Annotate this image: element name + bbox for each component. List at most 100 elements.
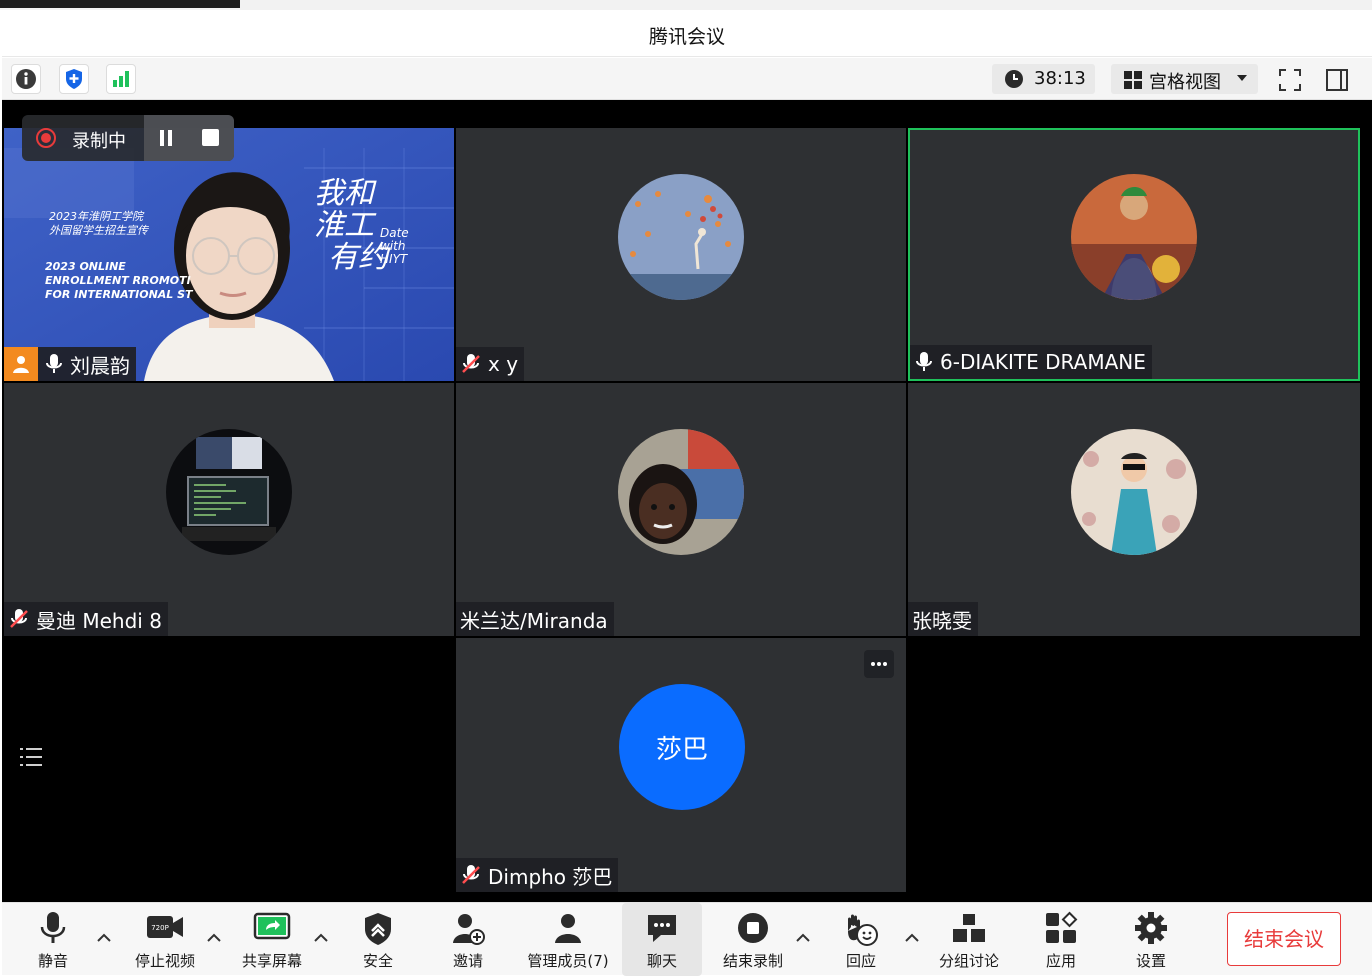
- microphone-muted-icon: [462, 865, 480, 884]
- record-dot-icon: [36, 128, 56, 148]
- participant-avatar: [1071, 174, 1197, 300]
- participant-nametag: 刘晨韵: [4, 347, 136, 381]
- presentation-text-en: 2023 ONLINE ENROLLMENT RROMOTI FOR INTER…: [45, 260, 193, 301]
- share-screen-icon: [253, 912, 291, 940]
- presentation-tagline: Date with HIYT: [380, 226, 409, 266]
- participant-avatar: [618, 429, 744, 555]
- shield-icon: [66, 69, 82, 89]
- reaction-button[interactable]: 回应: [830, 903, 892, 976]
- host-badge: [4, 347, 38, 381]
- video-grid: 2023年淮阴工学院 外国留学生招生宣传 2023 ONLINE ENROLLM…: [2, 100, 1372, 902]
- mute-button[interactable]: 静音: [22, 903, 84, 976]
- microphone-icon: [916, 352, 932, 371]
- info-button[interactable]: [11, 64, 41, 94]
- breakout-groups-icon: [953, 914, 985, 942]
- invite-button[interactable]: 邀请: [437, 903, 499, 976]
- participant-nametag: 张晓雯: [908, 602, 978, 636]
- participant-avatar: [166, 429, 292, 555]
- add-person-icon: [453, 914, 485, 945]
- control-bar: 静音 720P 停止视频 共享屏幕 安全 邀请 管理成员(7) 聊天 结束录制 …: [2, 902, 1372, 976]
- list-icon: [20, 748, 42, 766]
- presentation-text-cn: 2023年淮阴工学院 外国留学生招生宣传: [49, 210, 148, 237]
- video-tile-host[interactable]: 2023年淮阴工学院 外国留学生招生宣传 2023 ONLINE ENROLLM…: [4, 128, 454, 381]
- microphone-icon: [40, 912, 66, 943]
- info-icon: [16, 69, 36, 89]
- view-mode-dropdown[interactable]: 宫格视图: [1111, 64, 1258, 94]
- chat-button[interactable]: 聊天: [622, 903, 702, 976]
- people-icon: [555, 914, 581, 943]
- end-recording-button[interactable]: 结束录制: [717, 903, 789, 976]
- participant-nametag: 6-DIAKITE DRAMANE: [910, 345, 1152, 379]
- participant-list-toggle[interactable]: [16, 742, 46, 772]
- participant-nametag: x y: [456, 347, 525, 381]
- sidebar-toggle-button[interactable]: [1321, 64, 1351, 94]
- grid-view-icon: [1124, 71, 1142, 89]
- view-mode-label: 宫格视图: [1149, 72, 1221, 93]
- participant-nametag: Dimpho 莎巴: [456, 858, 619, 892]
- more-dots-icon: [871, 662, 887, 666]
- microphone-muted-icon: [462, 354, 480, 373]
- participant-name: x y: [488, 352, 519, 376]
- presentation-calligraphy: 我和 淮工 有约: [314, 176, 388, 275]
- video-tile-zhang[interactable]: 张晓雯: [908, 383, 1360, 636]
- avatar-image: [1071, 174, 1197, 300]
- chat-bubble-icon: [648, 915, 676, 942]
- apps-button[interactable]: 应用: [1030, 903, 1092, 976]
- top-strip: [0, 0, 1372, 10]
- avatar-image: [1071, 429, 1197, 555]
- chevron-up-icon[interactable]: [905, 933, 919, 943]
- svg-text:720P: 720P: [151, 924, 169, 932]
- video-tile-active-speaker[interactable]: 6-DIAKITE DRAMANE: [908, 128, 1360, 381]
- network-quality-button[interactable]: [106, 64, 136, 94]
- sidebar-panel-icon: [1326, 69, 1348, 91]
- settings-button[interactable]: 设置: [1120, 903, 1182, 976]
- empty-tile-left: [4, 638, 454, 892]
- stop-square-icon: [202, 129, 219, 146]
- stop-recording-button[interactable]: [194, 123, 226, 153]
- recording-indicator: 录制中: [22, 115, 234, 161]
- pause-recording-button[interactable]: [150, 123, 182, 153]
- meeting-timer[interactable]: 38:13: [992, 64, 1095, 94]
- host-person-icon: [13, 356, 29, 373]
- fullscreen-icon: [1279, 69, 1301, 91]
- recording-label: 录制中: [72, 131, 126, 152]
- participant-name: 曼迪 Mehdi 8: [36, 608, 162, 633]
- shield-icon: [365, 913, 391, 945]
- meeting-toolbar: 38:13 宫格视图: [2, 58, 1372, 100]
- participant-name: 张晓雯: [912, 608, 972, 633]
- chevron-up-icon[interactable]: [97, 933, 111, 943]
- video-tile-miranda[interactable]: 米兰达/Miranda: [456, 383, 906, 636]
- share-screen-button[interactable]: 共享屏幕: [234, 903, 310, 976]
- participant-nametag: 米兰达/Miranda: [456, 602, 614, 636]
- stop-video-button[interactable]: 720P 停止视频: [127, 903, 203, 976]
- video-camera-icon: 720P: [147, 916, 183, 938]
- chevron-up-icon[interactable]: [314, 933, 328, 943]
- video-tile-xy[interactable]: x y: [456, 128, 906, 381]
- pause-icon: [160, 130, 172, 146]
- chevron-up-icon[interactable]: [796, 933, 810, 943]
- security-button[interactable]: 安全: [347, 903, 409, 976]
- participant-nametag: 曼迪 Mehdi 8: [4, 602, 168, 636]
- manage-members-button[interactable]: 管理成员(7): [520, 903, 616, 976]
- participant-name: 6-DIAKITE DRAMANE: [940, 350, 1146, 374]
- breakout-rooms-button[interactable]: 分组讨论: [934, 903, 1004, 976]
- fullscreen-button[interactable]: [1274, 64, 1304, 94]
- gear-icon: [1135, 912, 1167, 944]
- signal-bars-icon: [113, 71, 129, 87]
- reaction-hand-smile-icon: [848, 914, 878, 946]
- participant-name: Dimpho 莎巴: [488, 864, 613, 889]
- tile-more-button[interactable]: [864, 650, 894, 678]
- avatar-image: [618, 174, 744, 300]
- microphone-icon: [46, 354, 62, 373]
- video-tile-mehdi[interactable]: 曼迪 Mehdi 8: [4, 383, 454, 636]
- participant-avatar: [1071, 429, 1197, 555]
- title-bar: 腾讯会议: [2, 10, 1372, 57]
- meeting-window: 腾讯会议 38:13 宫格视图 2023年淮阴工学院 外国留学生招生宣传 202…: [2, 10, 1372, 976]
- stop-record-icon: [738, 913, 768, 943]
- security-shield-button[interactable]: [59, 64, 89, 94]
- participant-avatar: [618, 174, 744, 300]
- end-meeting-button[interactable]: 结束会议: [1227, 912, 1341, 966]
- chevron-up-icon[interactable]: [207, 933, 221, 943]
- participant-name: 米兰达/Miranda: [460, 608, 608, 633]
- video-tile-dimpho[interactable]: 莎巴 Dimpho 莎巴: [456, 638, 906, 892]
